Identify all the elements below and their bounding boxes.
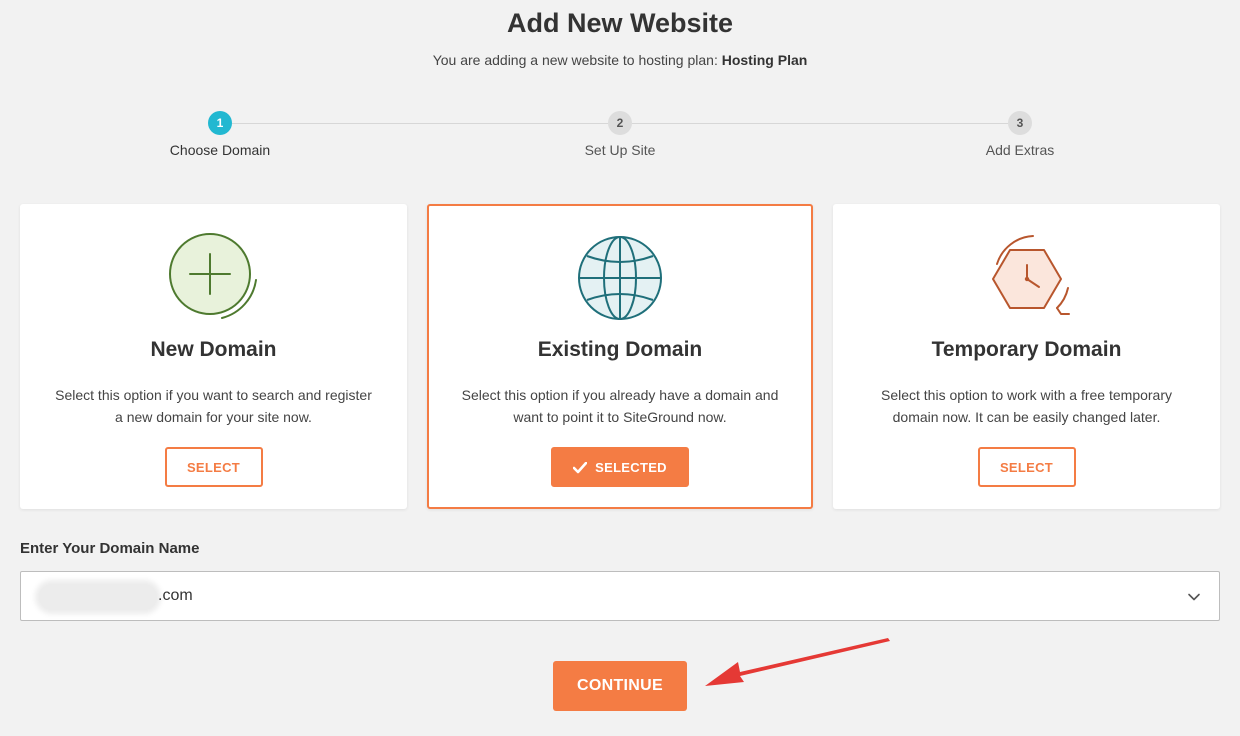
domain-field-label: Enter Your Domain Name [20, 540, 200, 557]
description-line: a new domain for your site now. [115, 409, 312, 425]
domain-value: .com [158, 587, 193, 604]
step-number: 2 [608, 111, 632, 135]
chevron-down-icon[interactable] [1187, 590, 1201, 604]
page-subtitle: You are adding a new website to hosting … [0, 52, 1240, 68]
card-description: Select this option if you already have a… [449, 384, 791, 428]
select-temporary-domain-button[interactable]: SELECT [977, 447, 1076, 487]
card-title: Existing Domain [537, 338, 703, 361]
step-add-extras: 3 Add Extras [920, 111, 1120, 158]
description-line: Select this option if you want to search… [55, 387, 372, 403]
clock-hexagon-icon [991, 235, 1070, 315]
plus-circle-icon [168, 233, 257, 319]
card-title: Temporary Domain [931, 338, 1122, 361]
globe-icon [578, 236, 662, 320]
redacted-domain-mask [39, 584, 157, 610]
step-label: Add Extras [985, 142, 1055, 158]
checkmark-icon [573, 461, 588, 473]
description-line: Select this option if you already have a… [461, 387, 779, 403]
wizard-stepper: 1 Choose Domain 2 Set Up Site 3 Add Extr… [0, 111, 1240, 161]
step-number: 3 [1008, 111, 1032, 135]
temporary-domain-card[interactable]: Temporary Domain Select this option to w… [833, 204, 1220, 509]
plan-name: Hosting Plan [721, 52, 808, 68]
continue-button[interactable]: CONTINUE [553, 661, 687, 711]
description-line: want to point it to SiteGround now. [513, 409, 727, 425]
step-choose-domain: 1 Choose Domain [120, 111, 320, 158]
description-line: Select this option to work with a free t… [880, 387, 1173, 403]
selected-existing-domain-button[interactable]: SELECTED [551, 447, 689, 487]
step-label: Set Up Site [584, 142, 656, 158]
domain-name-select[interactable]: .com [20, 571, 1220, 621]
page-title: Add New Website [506, 8, 734, 38]
add-website-page: Add New Website You are adding a new web… [0, 0, 1240, 736]
card-description: Select this option if you want to search… [40, 384, 387, 428]
step-number: 1 [208, 111, 232, 135]
description-line: domain now. It can be easily changed lat… [892, 409, 1161, 425]
selected-label: SELECTED [595, 459, 667, 475]
existing-domain-card[interactable]: Existing Domain Select this option if yo… [427, 204, 813, 509]
new-domain-card[interactable]: New Domain Select this option if you wan… [20, 204, 407, 509]
card-title: New Domain [150, 338, 277, 361]
step-set-up-site: 2 Set Up Site [520, 111, 720, 158]
step-label: Choose Domain [169, 142, 271, 158]
card-description: Select this option to work with a free t… [853, 384, 1200, 428]
annotation-arrow-icon [705, 638, 890, 686]
subtitle-text: You are adding a new website to hosting … [432, 52, 718, 68]
select-new-domain-button[interactable]: SELECT [164, 447, 263, 487]
